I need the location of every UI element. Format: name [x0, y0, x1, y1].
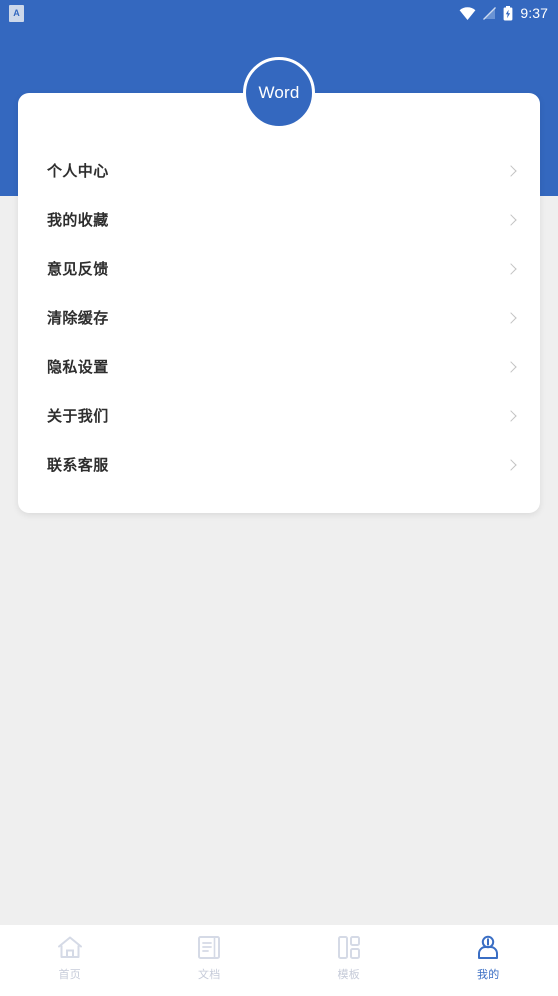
menu-item-label: 意见反馈 [47, 261, 109, 278]
person-icon [478, 935, 499, 959]
nav-tab-label: 首页 [58, 969, 82, 981]
nav-tab-home[interactable]: 首页 [0, 935, 140, 982]
status-bar-right: 9:37 [459, 5, 548, 21]
menu-item-my-favorites[interactable]: 我的收藏 [18, 195, 540, 244]
notification-glyph: A [13, 7, 20, 18]
bottom-navigation-bar: 首页 文档 模板 我的 [0, 925, 558, 996]
menu-item-contact-support[interactable]: 联系客服 [18, 440, 540, 489]
nav-tab-label: 文档 [197, 969, 221, 981]
nav-tab-label: 我的 [476, 969, 500, 981]
signal-off-icon [483, 6, 497, 20]
menu-item-feedback[interactable]: 意见反馈 [18, 244, 540, 293]
nav-tab-mine[interactable]: 我的 [419, 935, 558, 982]
menu-item-about-us[interactable]: 关于我们 [18, 391, 540, 440]
menu-item-label: 个人中心 [47, 163, 109, 180]
app-notification-icon: A [9, 4, 24, 22]
chevron-right-icon [505, 311, 517, 324]
document-icon [198, 936, 221, 959]
menu-item-label: 清除缓存 [47, 310, 109, 327]
chevron-right-icon [505, 213, 517, 226]
chevron-right-icon [505, 262, 517, 275]
status-bar-clock: 9:37 [520, 5, 548, 21]
menu-item-label: 我的收藏 [47, 212, 109, 229]
menu-item-personal-center[interactable]: 个人中心 [18, 146, 540, 195]
home-icon [57, 936, 82, 958]
wifi-icon [459, 6, 476, 20]
menu-item-clear-cache[interactable]: 清除缓存 [18, 293, 540, 342]
menu-item-label: 联系客服 [47, 457, 109, 474]
status-bar: A 9:37 [0, 0, 558, 26]
chevron-right-icon [505, 164, 517, 177]
template-grid-icon [337, 936, 360, 959]
app-screen: A 9:37 Word 个人中心 我的收藏 意见反馈 清除缓存 隐私设置 关于我… [0, 0, 558, 996]
settings-card: 个人中心 我的收藏 意见反馈 清除缓存 隐私设置 关于我们 联系客服 [18, 93, 540, 513]
nav-tab-documents[interactable]: 文档 [140, 935, 280, 982]
battery-charging-icon [503, 5, 513, 20]
chevron-right-icon [505, 409, 517, 422]
avatar-label: Word [258, 83, 300, 102]
nav-tab-templates[interactable]: 模板 [279, 935, 419, 982]
menu-item-label: 隐私设置 [47, 359, 109, 376]
chevron-right-icon [505, 360, 517, 373]
status-bar-left: A [9, 4, 24, 22]
menu-item-privacy-settings[interactable]: 隐私设置 [18, 342, 540, 391]
nav-tab-label: 模板 [337, 969, 361, 981]
menu-item-label: 关于我们 [47, 408, 109, 425]
avatar[interactable]: Word [243, 57, 315, 129]
chevron-right-icon [505, 458, 517, 471]
